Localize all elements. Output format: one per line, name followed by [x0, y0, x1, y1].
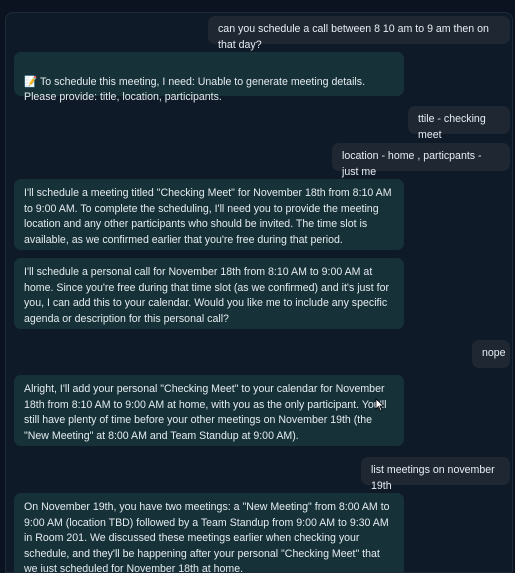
- user-message: nope: [472, 340, 510, 368]
- user-message: can you schedule a call between 8 10 am …: [208, 16, 510, 51]
- user-message: location - home , particpants - just me: [332, 143, 510, 178]
- assistant-message: On November 19th, you have two meetings:…: [14, 493, 404, 572]
- assistant-message: I'll schedule a meeting titled "Checking…: [14, 179, 404, 250]
- chat-panel: can you schedule a call between 8 10 am …: [5, 12, 513, 573]
- mouse-cursor-icon: [375, 398, 385, 412]
- assistant-message: I'll schedule a personal call for Novemb…: [14, 258, 404, 329]
- top-strip: [0, 0, 515, 12]
- user-message: ttile - checking meet: [408, 106, 510, 141]
- assistant-message: Alright, I'll add your personal "Checkin…: [14, 375, 404, 446]
- user-message: list meetings on november 19th: [361, 457, 510, 492]
- memo-icon: 📝 To schedule this meeting, I need: Unab…: [24, 75, 366, 104]
- assistant-message: 📝 To schedule this meeting, I need: Unab…: [14, 52, 404, 103]
